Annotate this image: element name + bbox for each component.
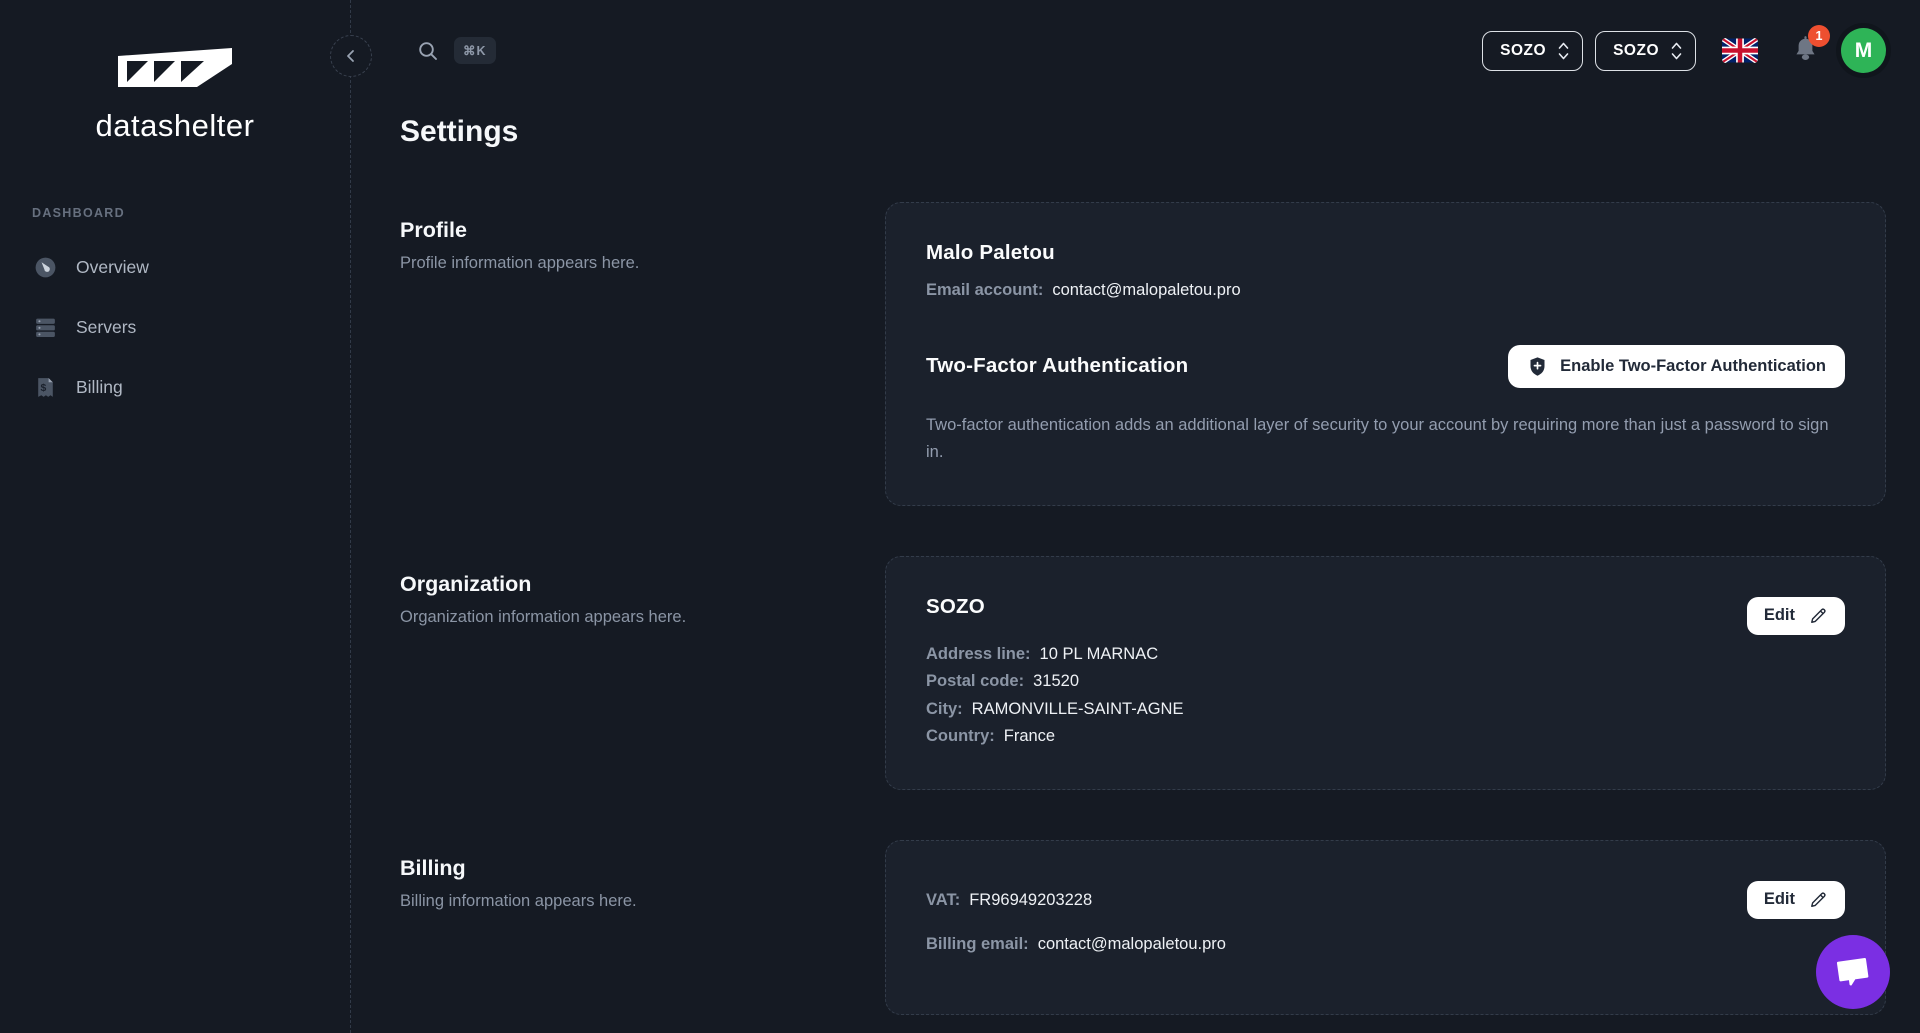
sidebar-item-billing[interactable]: $ Billing [32,370,318,404]
main-content: ⌘K SOZO SOZO [351,0,1920,1033]
edit-billing-button[interactable]: Edit [1747,881,1845,919]
organization-section-label: Organization Organization information ap… [400,556,885,790]
address-line-row: Address line: 10 PL MARNAC [926,641,1845,669]
pencil-icon [1808,890,1828,910]
user-avatar[interactable]: M [1841,28,1886,73]
billing-fields: VAT: FR96949203228 Billing email: contac… [926,887,1845,959]
servers-icon [32,314,58,340]
topbar: ⌘K SOZO SOZO [400,0,1886,101]
app-root: datashelter DASHBOARD Overview [0,0,1920,1033]
profile-section-label: Profile Profile information appears here… [400,202,885,506]
twofa-description: Two-factor authentication adds an additi… [926,412,1845,467]
brand-logo-icon [115,46,235,88]
sidebar: datashelter DASHBOARD Overview [0,0,351,1033]
topbar-controls: SOZO SOZO [1470,28,1886,73]
org-selector-value: SOZO [1613,42,1659,60]
billing-section-description: Billing information appears here. [400,892,825,911]
notification-badge: 1 [1808,25,1830,47]
profile-section-description: Profile information appears here. [400,254,825,273]
organization-card: SOZO Edit Address line: 10 PL MARNAC [885,556,1886,790]
chevron-up-down-icon [1670,40,1683,62]
org-selector-primary[interactable]: SOZO [1482,31,1583,71]
billing-section: Billing Billing information appears here… [400,840,1886,1015]
city-row: City: RAMONVILLE-SAINT-AGNE [926,696,1845,724]
uk-flag-icon [1722,38,1758,63]
profile-card: Malo Paletou Email account: contact@malo… [885,202,1886,506]
edit-billing-label: Edit [1764,890,1795,909]
gauge-icon [32,254,58,280]
chevron-up-down-icon [1557,40,1570,62]
sidebar-item-label: Servers [76,317,136,338]
profile-name: Malo Paletou [926,241,1845,265]
vat-row: VAT: FR96949203228 [926,887,1845,915]
organization-section-description: Organization information appears here. [400,608,825,627]
shield-plus-icon [1527,356,1548,377]
country-row: Country: France [926,723,1845,751]
brand-wordmark: datashelter [0,108,350,144]
org-selector-value: SOZO [1500,42,1546,60]
sidebar-nav: DASHBOARD Overview [0,206,350,404]
profile-section-title: Profile [400,218,825,243]
collapse-sidebar-button[interactable] [330,35,372,77]
edit-organization-label: Edit [1764,606,1795,625]
organization-name: SOZO [926,595,1845,619]
profile-section: Profile Profile information appears here… [400,202,1886,506]
enable-2fa-label: Enable Two-Factor Authentication [1560,357,1826,376]
edit-organization-button[interactable]: Edit [1747,597,1845,635]
chat-bubble-icon [1832,951,1875,994]
enable-2fa-button[interactable]: Enable Two-Factor Authentication [1508,345,1845,388]
billing-card: Edit VAT: FR96949203228 Billing email: [885,840,1886,1015]
sidebar-item-label: Billing [76,377,123,398]
language-selector[interactable] [1722,38,1758,63]
chat-widget-button[interactable] [1816,935,1890,1009]
settings-sections: Profile Profile information appears here… [400,202,1886,1015]
email-account-value: contact@malopaletou.pro [1052,277,1240,305]
twofa-header: Two-Factor Authentication Enable Two-Fac… [926,345,1845,388]
sidebar-item-servers[interactable]: Servers [32,310,318,344]
page-title: Settings [400,115,1886,149]
sidebar-item-label: Overview [76,257,149,278]
receipt-icon: $ [32,374,58,400]
org-selector-secondary[interactable]: SOZO [1595,31,1696,71]
svg-text:$: $ [40,383,46,394]
search-button[interactable]: ⌘K [400,37,496,64]
organization-section-title: Organization [400,572,825,597]
twofa-title: Two-Factor Authentication [926,354,1188,378]
notifications-button[interactable]: 1 [1792,35,1819,66]
keyboard-shortcut-badge: ⌘K [454,37,496,64]
billing-email-row: Billing email: contact@malopaletou.pro [926,931,1845,959]
sidebar-section-label: DASHBOARD [32,206,318,220]
sidebar-item-overview[interactable]: Overview [32,250,318,284]
chevron-left-icon [344,49,358,63]
organization-fields: Address line: 10 PL MARNAC Postal code: … [926,641,1845,751]
search-icon [417,40,439,62]
billing-section-label: Billing Billing information appears here… [400,840,885,1015]
billing-section-title: Billing [400,856,825,881]
postal-code-row: Postal code: 31520 [926,668,1845,696]
pencil-icon [1808,606,1828,626]
email-account-label: Email account: [926,277,1043,305]
email-account-row: Email account: contact@malopaletou.pro [926,277,1845,305]
brand-logo[interactable]: datashelter [0,46,350,144]
organization-section: Organization Organization information ap… [400,556,1886,790]
